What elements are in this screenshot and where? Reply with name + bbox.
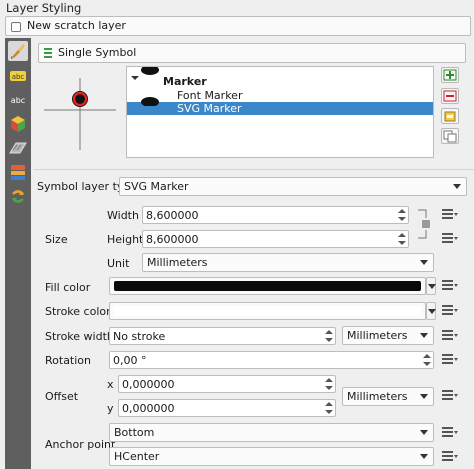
chevron-down-icon — [420, 333, 428, 338]
height-value: 8,600000 — [146, 233, 199, 246]
symbol-layer-type-value: SVG Marker — [124, 180, 189, 193]
svg-text:abc: abc — [12, 73, 25, 81]
spin-arrows-icon[interactable] — [324, 377, 334, 391]
masks-abc-icon[interactable]: abc — [8, 90, 28, 110]
stroke-width-value: No stroke — [113, 330, 166, 343]
offset-y-spinbox[interactable]: 0,000000 — [118, 399, 336, 417]
data-defined-override-icon[interactable] — [439, 387, 459, 405]
divider — [34, 169, 474, 170]
fill-color-label: Fill color — [45, 281, 91, 294]
data-defined-override-icon[interactable] — [439, 277, 459, 295]
chevron-down-icon — [420, 394, 428, 399]
fill-color-button[interactable] — [109, 277, 426, 295]
style-sidebar: abc abc — [5, 38, 31, 469]
stroke-width-spinbox[interactable]: No stroke — [109, 327, 336, 345]
undo-redo-arrows-icon[interactable] — [8, 186, 28, 206]
symbol-layer-tree[interactable]: Marker Font Marker SVG Marker — [126, 66, 434, 158]
layer-selector-value: New scratch layer — [27, 19, 126, 32]
chevron-down-icon — [420, 260, 428, 265]
history-stack-icon[interactable] — [8, 162, 28, 182]
remove-symbol-layer-button[interactable] — [441, 88, 459, 104]
width-label: Width — [107, 209, 139, 222]
anchor-vertical-value: Bottom — [114, 426, 155, 439]
chevron-down-icon — [453, 184, 461, 189]
lock-layer-button[interactable] — [441, 108, 459, 124]
anchor-horizontal-combo[interactable]: HCenter — [109, 447, 434, 466]
tree-item-label: Marker — [163, 75, 207, 88]
lock-ratio-chain-icon[interactable] — [416, 208, 430, 240]
data-defined-override-icon[interactable] — [439, 230, 459, 248]
offset-unit-value: Millimeters — [347, 390, 408, 403]
anchor-vertical-combo[interactable]: Bottom — [109, 423, 434, 442]
panel-title: Layer Styling — [6, 1, 82, 15]
width-value: 8,600000 — [146, 209, 199, 222]
anchor-horizontal-value: HCenter — [114, 450, 160, 463]
renderer-selector[interactable]: Single Symbol — [38, 43, 466, 63]
data-defined-override-icon[interactable] — [439, 327, 459, 345]
offset-x-spinbox[interactable]: 0,000000 — [118, 375, 336, 393]
tree-item-svg-marker[interactable]: SVG Marker — [127, 97, 433, 115]
data-defined-override-icon[interactable] — [439, 206, 459, 224]
stroke-width-unit-value: Millimeters — [347, 329, 408, 342]
spin-arrows-icon[interactable] — [324, 401, 334, 415]
duplicate-layer-button[interactable] — [441, 128, 459, 144]
rotation-label: Rotation — [45, 354, 92, 367]
tree-item-label: Font Marker — [177, 89, 243, 102]
tree-item-font-marker[interactable]: Font Marker — [127, 89, 433, 102]
stroke-width-unit-combo[interactable]: Millimeters — [342, 326, 434, 345]
symbol-preview — [40, 70, 118, 152]
rotation-value: 0,00 ° — [113, 354, 147, 367]
tree-item-label: SVG Marker — [177, 102, 242, 115]
height-label: Height — [107, 233, 144, 246]
svg-marker-icon — [141, 97, 159, 106]
spin-arrows-icon[interactable] — [397, 232, 407, 246]
3d-view-cube-icon[interactable] — [8, 114, 28, 134]
spin-arrows-icon[interactable] — [397, 208, 407, 222]
anchor-point-label: Anchor point — [45, 438, 116, 451]
spin-arrows-icon[interactable] — [324, 329, 334, 343]
offset-x-value: 0,000000 — [122, 378, 175, 391]
stroke-width-label: Stroke width — [45, 330, 114, 343]
data-defined-override-icon[interactable] — [439, 302, 459, 320]
offset-unit-combo[interactable]: Millimeters — [342, 387, 434, 406]
unit-label: Unit — [107, 257, 130, 270]
height-spinbox[interactable]: 8,600000 — [142, 230, 409, 248]
symbology-brush-icon[interactable] — [8, 41, 28, 61]
labels-abc-icon[interactable]: abc — [8, 66, 28, 86]
stroke-color-swatch — [114, 306, 421, 316]
symbol-layer-type-combo[interactable]: SVG Marker — [119, 177, 467, 196]
size-label: Size — [45, 233, 68, 246]
fill-color-menu-button[interactable] — [426, 277, 436, 295]
offset-label: Offset — [45, 390, 79, 403]
diagrams-icon[interactable] — [8, 138, 28, 158]
spin-arrows-icon[interactable] — [422, 353, 432, 367]
data-defined-override-icon[interactable] — [439, 448, 459, 466]
layer-selector[interactable]: New scratch layer — [5, 16, 471, 36]
size-unit-combo[interactable]: Millimeters — [142, 253, 434, 272]
data-defined-override-icon[interactable] — [439, 424, 459, 442]
chevron-down-icon — [420, 430, 428, 435]
add-symbol-layer-button[interactable] — [441, 67, 459, 83]
rotation-spinbox[interactable]: 0,00 ° — [109, 351, 434, 369]
offset-x-label: x — [107, 378, 114, 391]
fill-color-swatch — [114, 281, 421, 291]
svg-text:abc: abc — [11, 96, 25, 105]
offset-y-value: 0,000000 — [122, 402, 175, 415]
layer-icon — [11, 22, 21, 32]
size-unit-value: Millimeters — [147, 256, 208, 269]
offset-y-label: y — [107, 402, 114, 415]
stroke-color-menu-button[interactable] — [426, 302, 436, 320]
stroke-color-label: Stroke color — [45, 305, 111, 318]
chevron-down-icon — [420, 454, 428, 459]
renderer-value: Single Symbol — [58, 46, 137, 59]
stroke-color-button[interactable] — [109, 302, 426, 320]
width-spinbox[interactable]: 8,600000 — [142, 206, 409, 224]
tree-item-marker[interactable]: Marker — [127, 75, 433, 88]
single-symbol-icon — [44, 48, 52, 58]
data-defined-override-icon[interactable] — [439, 351, 459, 369]
